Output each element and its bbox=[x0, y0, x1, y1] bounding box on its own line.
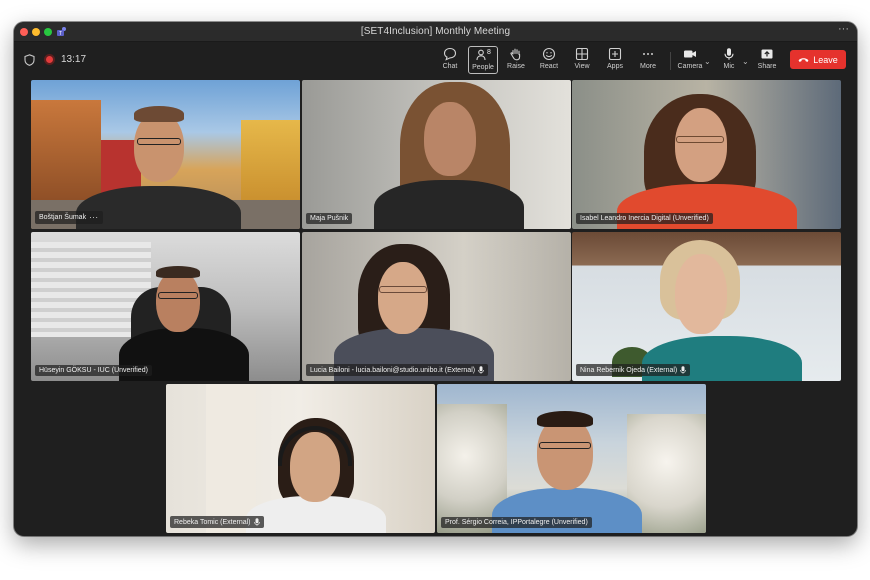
more-options-icon[interactable]: ··· bbox=[89, 213, 99, 222]
participant-name-label: Rebeka Tomic (External) bbox=[170, 516, 264, 528]
apps-label: Apps bbox=[607, 63, 623, 70]
video-tile[interactable]: Hüseyin GÖKSU - IUC (Unverified) bbox=[31, 232, 300, 381]
teams-window: T [SET4Inclusion] Monthly Meeting ··· 13… bbox=[14, 22, 857, 536]
apps-icon bbox=[608, 47, 622, 61]
participant-name-label: Prof. Sérgio Correia, IPPortalegre (Unve… bbox=[441, 517, 592, 528]
raise-label: Raise bbox=[507, 63, 525, 70]
more-label: More bbox=[640, 63, 656, 70]
react-button[interactable]: React bbox=[534, 46, 564, 74]
participant-name-label: Maja Pušnik bbox=[306, 213, 353, 224]
share-icon bbox=[761, 49, 773, 59]
meeting-timer: 13:17 bbox=[61, 54, 87, 65]
more-button[interactable]: More bbox=[633, 46, 663, 74]
mic-options-chevron-icon[interactable]: ⌄ bbox=[742, 57, 749, 66]
participant-glasses bbox=[539, 442, 591, 449]
participant-name: Boštjan Šumak bbox=[39, 214, 87, 221]
smiley-icon bbox=[542, 47, 556, 61]
participant-name-label: Nina Rebernik Ojeda (External) bbox=[576, 364, 691, 376]
chat-label: Chat bbox=[442, 63, 458, 70]
microphone-muted-icon bbox=[680, 366, 687, 374]
participant-hair bbox=[134, 106, 184, 122]
people-button[interactable]: 8 People bbox=[468, 46, 498, 74]
participant-name: Prof. Sérgio Correia, IPPortalegre (Unve… bbox=[445, 519, 588, 526]
participant-name-label: Lucia Bailoni - lucia.bailoni@studio.uni… bbox=[306, 364, 489, 376]
video-tile[interactable]: Boštjan Šumak ··· bbox=[31, 80, 300, 229]
mic-label: Mic bbox=[723, 63, 735, 70]
phone-hangup-icon bbox=[798, 58, 809, 62]
share-label: Share bbox=[757, 63, 777, 70]
shield-icon bbox=[24, 54, 35, 66]
participant-name: Maja Pušnik bbox=[310, 215, 349, 222]
share-button[interactable]: Share bbox=[752, 46, 782, 74]
participant-head bbox=[675, 108, 727, 182]
hand-icon bbox=[510, 48, 521, 61]
video-tile[interactable]: Nina Rebernik Ojeda (External) bbox=[572, 232, 841, 381]
leave-button[interactable]: Leave bbox=[790, 50, 846, 69]
microphone-muted-icon bbox=[253, 518, 260, 526]
participant-glasses bbox=[137, 138, 181, 145]
participant-name: Rebeka Tomic (External) bbox=[174, 518, 251, 526]
meeting-toolbar: 13:17 Chat 8 People Raise React View App… bbox=[14, 42, 857, 78]
view-label: View bbox=[574, 63, 590, 70]
window-more-icon[interactable]: ··· bbox=[838, 23, 849, 35]
grid-view-icon bbox=[575, 47, 589, 61]
participant-name: Nina Rebernik Ojeda (External) bbox=[580, 366, 678, 374]
video-tile[interactable]: Maja Pušnik bbox=[302, 80, 571, 229]
toolbar-divider bbox=[670, 52, 671, 70]
participant-head bbox=[424, 102, 476, 176]
participant-glasses bbox=[379, 286, 427, 293]
participant-name-label: Boštjan Šumak ··· bbox=[35, 211, 103, 224]
building-left bbox=[31, 100, 101, 210]
microphone-muted-icon bbox=[478, 366, 484, 374]
building-yellow bbox=[241, 120, 300, 210]
participant-name: Lucia Bailoni - lucia.bailoni@studio.uni… bbox=[310, 366, 476, 374]
window-title: [SET4Inclusion] Monthly Meeting bbox=[360, 26, 511, 37]
view-button[interactable]: View bbox=[567, 46, 597, 74]
microphone-icon bbox=[724, 48, 734, 60]
video-tile[interactable]: Rebeka Tomic (External) bbox=[166, 384, 435, 533]
apps-button[interactable]: Apps bbox=[600, 46, 630, 74]
chat-button[interactable]: Chat bbox=[435, 46, 465, 74]
participant-head bbox=[156, 270, 200, 332]
people-label: People bbox=[472, 64, 494, 71]
camera-label: Camera bbox=[677, 63, 703, 70]
participant-name-label: Hüseyin GÖKSU - IUC (Unverified) bbox=[35, 365, 152, 376]
people-count-badge: 8 bbox=[487, 49, 491, 56]
leave-label: Leave bbox=[813, 54, 838, 65]
participant-head bbox=[537, 416, 593, 490]
mic-button[interactable]: Mic bbox=[714, 46, 744, 74]
camera-button[interactable]: Camera bbox=[675, 46, 705, 74]
participant-glasses bbox=[158, 292, 198, 299]
participant-hair bbox=[537, 411, 593, 427]
participant-glasses bbox=[676, 136, 724, 143]
video-tile[interactable]: Prof. Sérgio Correia, IPPortalegre (Unve… bbox=[437, 384, 706, 533]
participant-name: Hüseyin GÖKSU - IUC (Unverified) bbox=[39, 367, 148, 374]
react-label: React bbox=[539, 63, 559, 70]
camera-options-chevron-icon[interactable]: ⌄ bbox=[704, 57, 711, 66]
participant-hair bbox=[156, 266, 200, 278]
more-icon bbox=[643, 53, 653, 55]
title-bar: T [SET4Inclusion] Monthly Meeting ··· bbox=[14, 22, 857, 42]
participant-head bbox=[378, 262, 428, 334]
participant-name-label: Isabel Leandro Inercia Digital (Unverifi… bbox=[576, 213, 713, 224]
participant-head bbox=[134, 112, 184, 182]
participant-name: Isabel Leandro Inercia Digital (Unverifi… bbox=[580, 215, 709, 222]
participant-head bbox=[675, 254, 727, 334]
video-tile[interactable]: Isabel Leandro Inercia Digital (Unverifi… bbox=[572, 80, 841, 229]
camera-icon bbox=[684, 50, 696, 58]
raise-hand-button[interactable]: Raise bbox=[501, 46, 531, 74]
participant-body bbox=[374, 180, 524, 229]
chat-icon bbox=[443, 47, 457, 61]
recording-icon bbox=[44, 54, 55, 65]
video-tile[interactable]: Lucia Bailoni - lucia.bailoni@studio.uni… bbox=[302, 232, 571, 381]
